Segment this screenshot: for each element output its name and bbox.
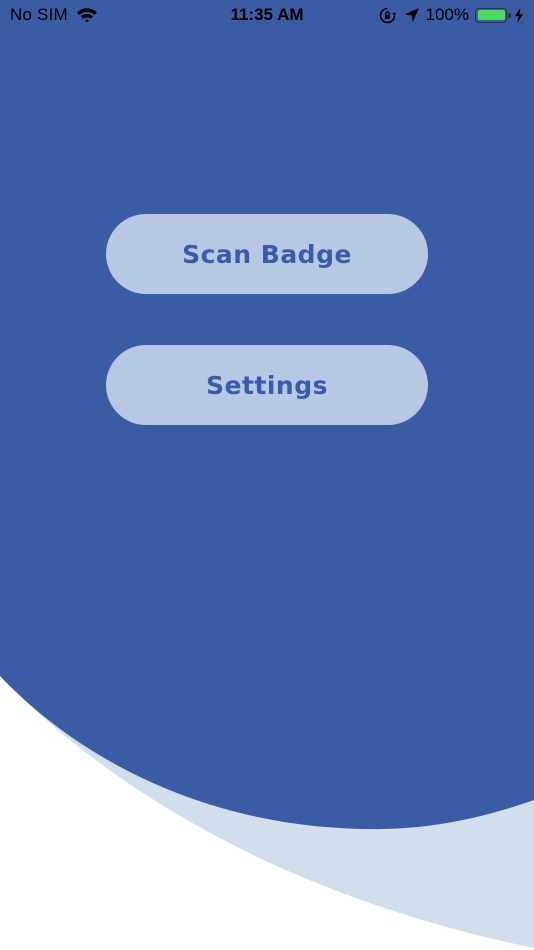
battery-fill bbox=[477, 10, 505, 20]
scan-badge-button[interactable]: Scan Badge bbox=[106, 214, 428, 294]
status-bar: No SIM 11:35 AM 100% bbox=[0, 0, 534, 30]
battery-percent: 100% bbox=[425, 5, 469, 24]
status-bar-right: 100% bbox=[379, 5, 524, 25]
battery-nub bbox=[508, 12, 511, 18]
background-waves bbox=[0, 0, 534, 948]
charging-bolt-icon bbox=[514, 7, 524, 23]
location-arrow-icon bbox=[404, 8, 419, 22]
battery-icon bbox=[475, 7, 511, 23]
home-screen: No SIM 11:35 AM 100% Scan Badge Settings bbox=[0, 0, 534, 950]
settings-button[interactable]: Settings bbox=[106, 345, 428, 425]
orientation-lock-icon bbox=[379, 7, 396, 23]
